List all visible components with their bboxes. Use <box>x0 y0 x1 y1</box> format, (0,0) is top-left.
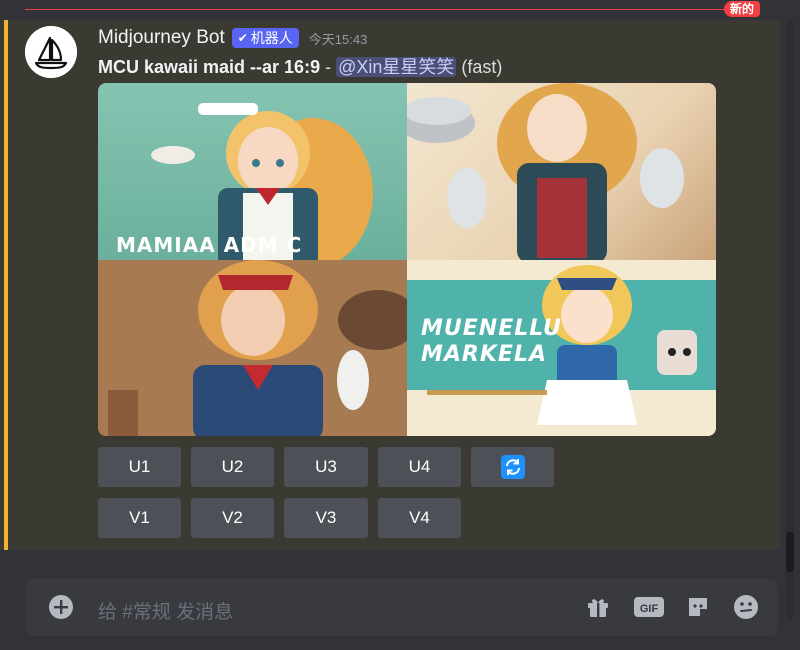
message-input-bar[interactable]: 给 #常规 发消息 GIF <box>25 579 778 636</box>
upscale-2-button[interactable]: U2 <box>191 447 274 487</box>
username[interactable]: Midjourney Bot <box>98 27 225 49</box>
gift-icon <box>588 599 608 617</box>
add-attachment-button[interactable] <box>47 593 75 621</box>
image-tile-4[interactable]: MUENELLU MARKELA <box>407 260 716 436</box>
separator: - <box>320 57 337 77</box>
variation-4-button[interactable]: V4 <box>378 498 461 538</box>
variation-2-button[interactable]: V2 <box>191 498 274 538</box>
message-header: Midjourney Bot ✔ 机器人 今天15:43 <box>98 25 367 51</box>
image-1-caption: MAMIAA ADM C MMACCLL <box>116 233 303 260</box>
speed-label: (fast) <box>461 57 503 77</box>
verified-check-icon: ✔ <box>237 31 248 45</box>
sticker-button[interactable] <box>684 593 712 621</box>
gif-button[interactable]: GIF <box>633 593 665 621</box>
image-tile-3[interactable] <box>98 260 407 436</box>
variation-1-button[interactable]: V1 <box>98 498 181 538</box>
avatar[interactable] <box>25 26 77 78</box>
sticker-icon <box>689 598 707 616</box>
timestamp[interactable]: 今天15:43 <box>309 29 368 48</box>
new-messages-divider <box>25 9 760 10</box>
maid-illustration-2 <box>407 83 684 260</box>
new-messages-badge: 新的 <box>723 1 760 17</box>
user-mention[interactable]: @Xin星星笑笑 <box>336 57 457 77</box>
bot-tag-label: 机器人 <box>250 30 293 46</box>
upscale-4-button[interactable]: U4 <box>378 447 461 487</box>
image-4-caption-line2: MARKELA <box>421 342 547 367</box>
prompt-text: MCU kawaii maid --ar 16:9 <box>98 57 321 77</box>
bot-tag: ✔ 机器人 <box>231 28 299 48</box>
message-input[interactable]: 给 #常规 发消息 <box>98 597 233 624</box>
variation-3-button[interactable]: V3 <box>284 498 368 538</box>
message-content: MCU kawaii maid --ar 16:9 - @Xin星星笑笑 (fa… <box>98 56 502 78</box>
gift-button[interactable] <box>584 593 612 621</box>
svg-text:GIF: GIF <box>640 603 659 615</box>
emoji-button[interactable] <box>732 593 760 621</box>
scrollbar-thumb[interactable] <box>786 532 794 572</box>
emoji-icon <box>734 595 758 619</box>
refresh-icon <box>500 455 525 479</box>
composer: 给 #常规 发消息 GIF <box>0 550 780 650</box>
image-tile-1[interactable]: MAMIAA ADM C MMACCLL <box>98 83 407 260</box>
mention-highlight-bar <box>4 20 8 550</box>
image-grid[interactable]: MAMIAA ADM C MMACCLL <box>98 83 716 436</box>
gif-icon: GIF <box>634 597 664 617</box>
image-tile-2[interactable] <box>407 83 716 260</box>
midjourney-logo-icon <box>25 26 77 78</box>
upscale-1-button[interactable]: U1 <box>98 447 181 487</box>
message: Midjourney Bot ✔ 机器人 今天15:43 MCU kawaii … <box>0 20 780 550</box>
scrollbar-track[interactable] <box>786 20 794 620</box>
reroll-button[interactable] <box>471 447 554 487</box>
upscale-3-button[interactable]: U3 <box>284 447 368 487</box>
add-icon <box>49 595 73 619</box>
image-4-caption-line1: MUENELLU <box>421 316 562 341</box>
maid-illustration-3 <box>98 260 407 436</box>
